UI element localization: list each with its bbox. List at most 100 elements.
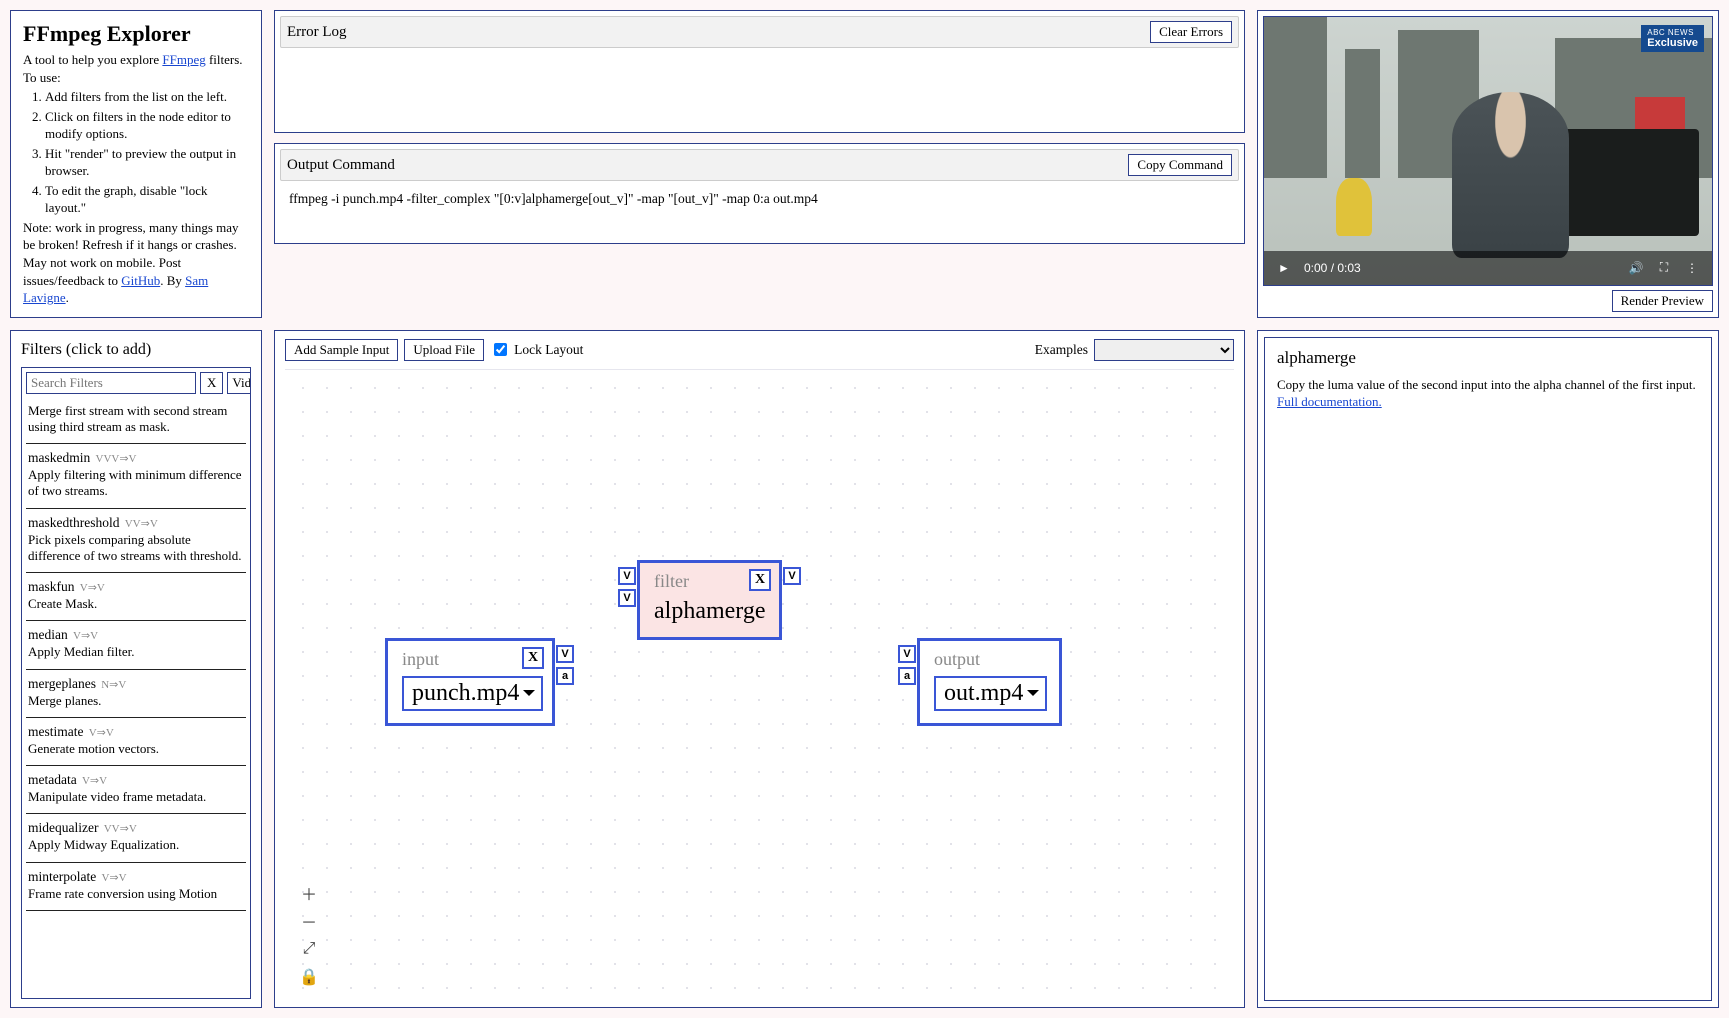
video-preview[interactable]: ABC NEWS Exclusive ► 0:00 / 0:03 🔊 ⛶ ⋮ [1263, 16, 1713, 286]
filter-item-sig: N⇒V [101, 679, 126, 691]
filter-item[interactable]: midequalizer VV⇒V Apply Midway Equalizati… [26, 814, 246, 862]
inspector-title: alphamerge [1277, 348, 1699, 368]
fullscreen-icon[interactable]: ⛶ [1656, 260, 1672, 275]
filter-item-desc: Merge first stream with second stream us… [28, 403, 244, 436]
filter-item-name: median [28, 627, 68, 642]
port-v-in2[interactable]: V [618, 589, 636, 607]
search-input[interactable] [26, 372, 196, 394]
inspector-desc: Copy the luma value of the second input … [1277, 377, 1696, 392]
error-log-title: Error Log [287, 24, 347, 41]
filter-item-name: midequalizer [28, 820, 98, 835]
filter-item-name: metadata [28, 772, 77, 787]
filter-item-sig: V⇒V [82, 775, 107, 787]
node-input-label: input [402, 649, 538, 670]
news-badge: ABC NEWS Exclusive [1641, 25, 1704, 52]
wires [285, 370, 585, 520]
node-filter-name: alphamerge [654, 598, 766, 625]
node-output[interactable]: output out.mp4 V a [917, 638, 1062, 726]
filter-item-name: mergeplanes [28, 676, 96, 691]
lock-icon[interactable]: 🔒 [299, 967, 319, 987]
output-command-title: Output Command [287, 157, 395, 174]
output-command-panel: Output Command Copy Command ffmpeg -i pu… [274, 143, 1245, 244]
node-output-select[interactable]: out.mp4 [934, 676, 1047, 711]
preview-panel: ABC NEWS Exclusive ► 0:00 / 0:03 🔊 ⛶ ⋮ R… [1257, 10, 1719, 318]
filter-item-name: minterpolate [28, 869, 96, 884]
clear-errors-button[interactable]: Clear Errors [1150, 21, 1232, 43]
upload-file-button[interactable]: Upload File [404, 339, 484, 361]
copy-command-button[interactable]: Copy Command [1128, 154, 1232, 176]
port-v-in1[interactable]: V [618, 567, 636, 585]
zoom-out-icon[interactable]: － [299, 911, 319, 931]
inspector-panel: alphamerge Copy the luma value of the se… [1257, 330, 1719, 1008]
more-icon[interactable]: ⋮ [1684, 261, 1700, 275]
node-input-select[interactable]: punch.mp4 [402, 676, 543, 711]
filter-item[interactable]: mergeplanes N⇒V Merge planes. [26, 670, 246, 718]
filter-item-desc: Apply Median filter. [28, 644, 244, 660]
output-command-text: ffmpeg -i punch.mp4 -filter_complex "[0:… [287, 187, 1232, 235]
filters-panel: Filters (click to add) X Video Filters M… [10, 330, 262, 1008]
node-input[interactable]: input X punch.mp4 V a [385, 638, 555, 726]
filter-item-name: maskedthreshold [28, 515, 119, 530]
port-v-out[interactable]: V [783, 567, 801, 585]
github-link[interactable]: GitHub [121, 273, 160, 288]
filter-item[interactable]: median V⇒V Apply Median filter. [26, 621, 246, 669]
volume-icon[interactable]: 🔊 [1628, 261, 1644, 275]
add-sample-input-button[interactable]: Add Sample Input [285, 339, 398, 361]
node-editor-panel: Add Sample Input Upload File Lock Layout… [274, 330, 1245, 1008]
port-v[interactable]: V [556, 645, 574, 663]
filter-item[interactable]: maskfun V⇒V Create Mask. [26, 573, 246, 621]
examples-select[interactable] [1094, 339, 1234, 361]
ffmpeg-link[interactable]: FFmpeg [162, 52, 205, 67]
filter-item-sig: V⇒V [101, 872, 126, 884]
render-preview-button[interactable]: Render Preview [1612, 290, 1713, 312]
intro-panel: FFmpeg Explorer A tool to help you explo… [10, 10, 262, 318]
lock-layout-label[interactable]: Lock Layout [490, 340, 583, 359]
filter-item-desc: Frame rate conversion using Motion [28, 886, 244, 902]
filters-list[interactable]: Merge first stream with second stream us… [26, 396, 246, 994]
zoom-in-icon[interactable]: ＋ [299, 883, 319, 903]
port-a-in[interactable]: a [898, 667, 916, 685]
filter-item-desc: Create Mask. [28, 596, 244, 612]
filter-type-select[interactable]: Video Filters [227, 372, 251, 394]
filter-item-sig: VV⇒V [104, 823, 137, 835]
port-v-in[interactable]: V [898, 645, 916, 663]
filter-item[interactable]: metadata V⇒V Manipulate video frame metad… [26, 766, 246, 814]
node-filter[interactable]: filter X alphamerge V V V [637, 560, 782, 640]
filter-item-sig: V⇒V [73, 630, 98, 642]
clear-search-button[interactable]: X [200, 372, 223, 394]
filter-item[interactable]: maskedthreshold VV⇒V Pick pixels comparin… [26, 509, 246, 574]
fit-icon[interactable]: ⤢ [299, 939, 319, 959]
filter-item[interactable]: Merge first stream with second stream us… [26, 396, 246, 445]
lock-layout-checkbox[interactable] [494, 343, 507, 356]
play-icon[interactable]: ► [1276, 261, 1292, 275]
filter-item-desc: Manipulate video frame metadata. [28, 789, 244, 805]
node-output-label: output [934, 649, 1045, 670]
full-docs-link[interactable]: Full documentation. [1277, 394, 1382, 409]
filter-item-name: mestimate [28, 724, 83, 739]
filter-item-desc: Pick pixels comparing absolute differenc… [28, 532, 244, 565]
filter-item-desc: Merge planes. [28, 693, 244, 709]
error-log-body [287, 54, 1232, 124]
filter-item[interactable]: maskedmin VVV⇒V Apply filtering with mini… [26, 444, 246, 509]
filter-item-name: maskedmin [28, 450, 90, 465]
node-editor-canvas[interactable]: input X punch.mp4 V a filter X alphamerg… [285, 369, 1234, 1001]
filter-item-sig: VVV⇒V [96, 453, 137, 465]
filter-item-desc: Generate motion vectors. [28, 741, 244, 757]
filter-item-name: maskfun [28, 579, 75, 594]
filter-item[interactable]: mestimate V⇒V Generate motion vectors. [26, 718, 246, 766]
filter-item-sig: V⇒V [89, 727, 114, 739]
node-input-close-button[interactable]: X [522, 647, 544, 669]
filter-item[interactable]: minterpolate V⇒V Frame rate conversion us… [26, 863, 246, 911]
filter-item-sig: VV⇒V [125, 518, 158, 530]
filters-title: Filters (click to add) [21, 341, 251, 359]
filter-item-desc: Apply Midway Equalization. [28, 837, 244, 853]
canvas-controls: ＋ － ⤢ 🔒 [299, 883, 319, 987]
port-a[interactable]: a [556, 667, 574, 685]
app-title: FFmpeg Explorer [23, 21, 249, 47]
examples-label: Examples [1035, 342, 1088, 358]
intro-steps: Add filters from the list on the left. C… [23, 88, 249, 217]
filter-item-desc: Apply filtering with minimum difference … [28, 467, 244, 500]
filter-item-sig: V⇒V [80, 582, 105, 594]
node-filter-close-button[interactable]: X [749, 569, 771, 591]
error-log-panel: Error Log Clear Errors [274, 10, 1245, 133]
